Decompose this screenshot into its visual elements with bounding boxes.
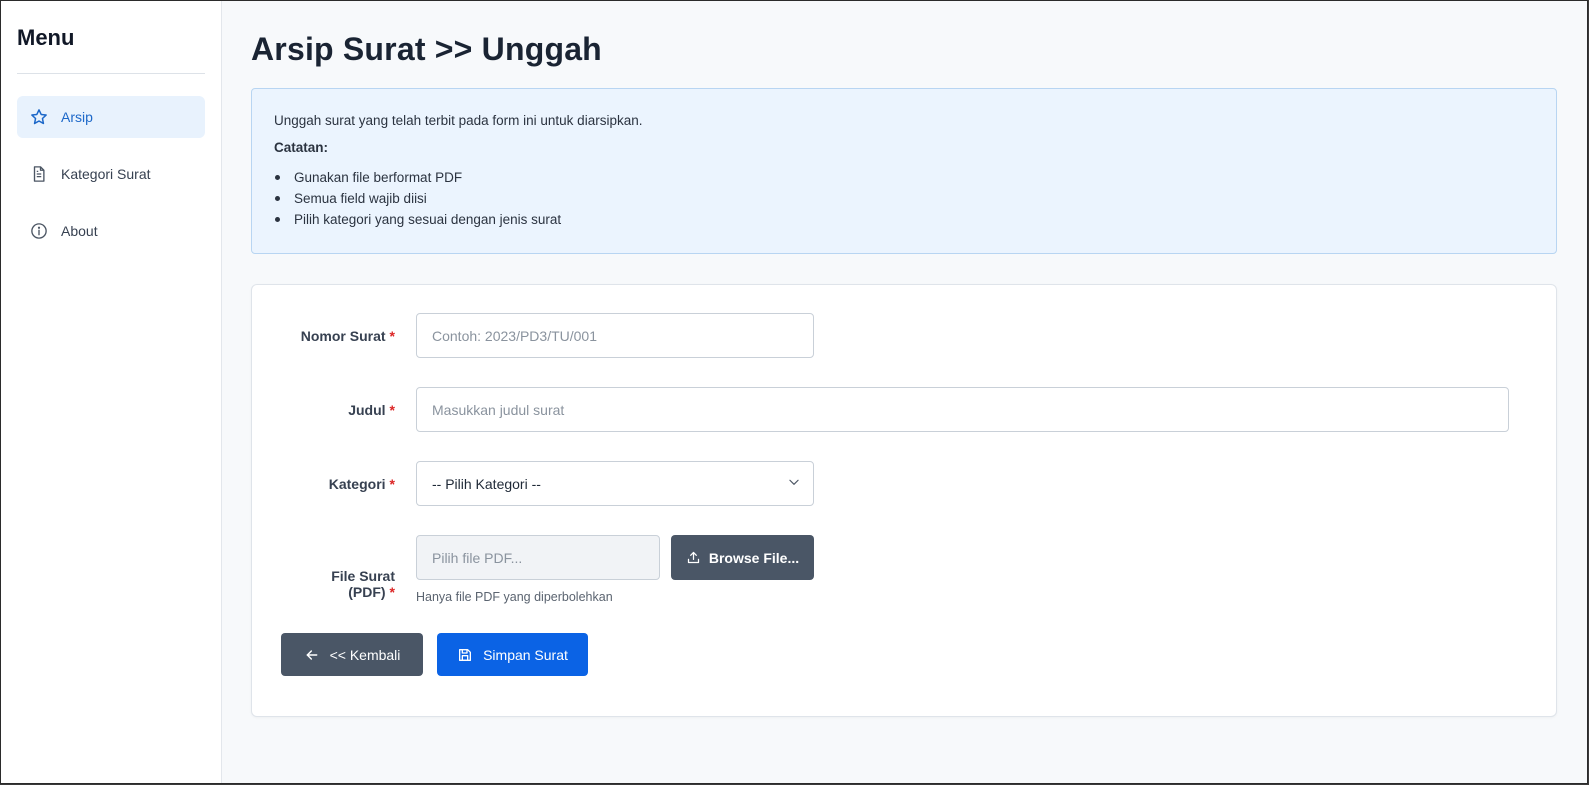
sidebar: Menu Arsip Kategori Surat About xyxy=(1,1,222,783)
label-text: Judul xyxy=(348,401,386,418)
star-icon xyxy=(29,107,49,127)
required-mark: * xyxy=(389,584,395,600)
info-intro: Unggah surat yang telah terbit pada form… xyxy=(274,113,643,128)
form-row-judul: Judul * xyxy=(281,387,1527,432)
chevron-down-icon xyxy=(787,475,801,492)
form-row-file: File Surat (PDF) * Pilih file PDF... Brow… xyxy=(281,535,1527,604)
nomor-surat-label: Nomor Surat * xyxy=(281,328,395,344)
file-surat-label: File Surat (PDF) * xyxy=(281,568,395,600)
label-text: Kategori xyxy=(328,475,386,492)
upload-form: Nomor Surat* Judul* Kategori* -- Pilih K… xyxy=(251,284,1557,717)
label-text: Nomor Surat xyxy=(300,327,386,344)
sidebar-item-label: Kategori Surat xyxy=(61,166,151,182)
file-help-text: Hanya file PDF yang diperbolehkan xyxy=(416,590,613,604)
arrow-left-icon xyxy=(304,647,330,663)
required-mark: * xyxy=(389,475,395,492)
label-text: File Surat (PDF) xyxy=(331,568,395,600)
form-row-nomor: Nomor Surat * xyxy=(281,313,1527,358)
kategori-label: Kategori * xyxy=(281,476,395,492)
list-item: Pilih kategori yang sesuai dengan jenis … xyxy=(274,209,1534,230)
info-note-title: Catatan: xyxy=(274,140,329,155)
upload-icon xyxy=(686,550,709,565)
form-actions: << Kembali Simpan Surat xyxy=(281,633,1527,676)
form-row-kategori: Kategori * -- Pilih Kategori -- xyxy=(281,461,1527,506)
sidebar-item-kategori-surat[interactable]: Kategori Surat xyxy=(17,153,205,195)
sidebar-item-arsip[interactable]: Arsip xyxy=(17,96,205,138)
info-alert: Unggah surat yang telah terbit pada form… xyxy=(251,88,1557,254)
browse-label: Browse File... xyxy=(708,549,800,566)
kategori-select[interactable]: -- Pilih Kategori -- xyxy=(416,461,814,506)
back-button[interactable]: << Kembali xyxy=(281,633,423,676)
save-icon xyxy=(457,647,483,663)
info-notes-list: Gunakan file berformat PDF Semua field w… xyxy=(274,167,1534,230)
file-name-field[interactable]: Pilih file PDF... xyxy=(416,535,660,580)
nomor-surat-input[interactable] xyxy=(416,313,814,358)
sidebar-item-label: About xyxy=(61,223,98,239)
required-mark: * xyxy=(389,327,395,344)
browse-file-button[interactable]: Browse File... xyxy=(671,535,814,580)
file-group: Pilih file PDF... Browse File... Hanya f… xyxy=(416,535,814,604)
save-label: Simpan Surat xyxy=(483,646,568,663)
sidebar-title: Menu xyxy=(17,25,205,74)
save-button[interactable]: Simpan Surat xyxy=(437,633,588,676)
main-content: Arsip Surat >> Unggah Unggah surat yang … xyxy=(222,1,1587,783)
page-title: Arsip Surat >> Unggah xyxy=(251,31,602,67)
judul-label: Judul * xyxy=(281,402,395,418)
back-label: << Kembali xyxy=(329,646,401,663)
sidebar-item-about[interactable]: About xyxy=(17,210,205,252)
list-item: Semua field wajib diisi xyxy=(274,188,1534,209)
required-mark: * xyxy=(389,401,395,418)
kategori-selected-value: -- Pilih Kategori -- xyxy=(432,475,541,492)
app-window: Menu Arsip Kategori Surat About Arsip Su… xyxy=(0,0,1588,784)
list-item: Gunakan file berformat PDF xyxy=(274,167,1534,188)
document-icon xyxy=(29,164,49,184)
file-inputs: Pilih file PDF... Browse File... xyxy=(416,535,814,580)
info-icon xyxy=(29,221,49,241)
judul-input[interactable] xyxy=(416,387,1509,432)
sidebar-item-label: Arsip xyxy=(61,109,93,125)
